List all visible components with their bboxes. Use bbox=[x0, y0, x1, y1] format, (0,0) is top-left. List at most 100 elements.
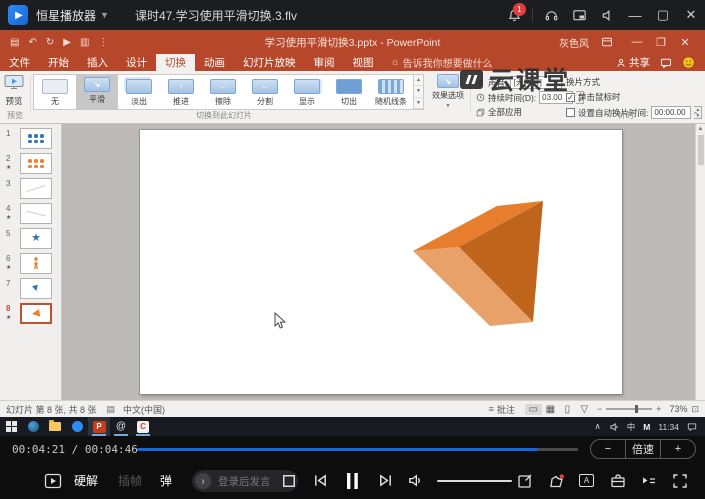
tab-animations[interactable]: 动画 bbox=[195, 54, 234, 71]
tab-home[interactable]: 开始 bbox=[39, 54, 78, 71]
transition-push[interactable]: ↑推进 bbox=[160, 78, 202, 107]
slide-thumb-4[interactable]: 4★ bbox=[0, 203, 62, 225]
tab-transitions[interactable]: 切换 bbox=[156, 54, 195, 71]
scroll-thumb[interactable] bbox=[698, 135, 704, 165]
tray-expand-icon[interactable]: ∧ bbox=[595, 421, 601, 432]
danmaku-toggle[interactable]: 弹 bbox=[160, 462, 172, 499]
tab-view[interactable]: 视图 bbox=[344, 54, 383, 71]
chevron-down-icon[interactable]: ▼ bbox=[100, 10, 109, 20]
tray-ime-indicator[interactable]: 中 bbox=[627, 421, 636, 433]
volume-icon[interactable] bbox=[407, 462, 422, 499]
picture-in-picture-icon[interactable] bbox=[565, 0, 593, 30]
tab-file[interactable]: 文件 bbox=[0, 54, 39, 71]
hardware-decode-toggle[interactable]: 硬解 bbox=[74, 462, 98, 499]
preview-button[interactable]: 预览 bbox=[3, 74, 25, 107]
transition-morph[interactable]: ↘平滑 bbox=[76, 74, 118, 110]
transition-split[interactable]: ↔分割 bbox=[244, 78, 286, 107]
zoom-slider-thumb[interactable] bbox=[635, 405, 638, 413]
slide-shape-3d-pyramid[interactable] bbox=[140, 130, 622, 394]
slide-sorter-view-button[interactable]: ▦ bbox=[542, 404, 559, 415]
tray-m-icon[interactable]: M bbox=[643, 422, 650, 432]
redo-icon[interactable]: ↻ bbox=[46, 37, 54, 48]
smiley-icon[interactable] bbox=[682, 56, 695, 69]
slide-thumb-2[interactable]: 2★ bbox=[0, 153, 62, 175]
tab-insert[interactable]: 插入 bbox=[78, 54, 117, 71]
ppt-close-button[interactable]: ✕ bbox=[673, 36, 697, 49]
scroll-up-icon[interactable]: ▲ bbox=[696, 124, 705, 134]
normal-view-button[interactable]: ▭ bbox=[525, 404, 542, 415]
maximize-button[interactable]: ▢ bbox=[649, 0, 677, 30]
start-button[interactable] bbox=[0, 417, 22, 436]
stop-button[interactable] bbox=[282, 462, 296, 499]
volume-slider[interactable] bbox=[437, 462, 512, 499]
speed-decrease-button[interactable]: − bbox=[591, 440, 625, 458]
speaker-icon[interactable] bbox=[593, 0, 621, 30]
comment-icon[interactable] bbox=[660, 57, 672, 69]
ppt-minimize-button[interactable]: — bbox=[625, 36, 649, 49]
taskbar-explorer-icon[interactable] bbox=[44, 417, 66, 436]
fullscreen-icon[interactable] bbox=[672, 462, 688, 499]
share-button[interactable]: 共享 bbox=[616, 55, 650, 70]
apply-all-button[interactable]: 全部应用 bbox=[488, 106, 522, 118]
seek-bar[interactable] bbox=[137, 448, 578, 451]
skin-theme-icon[interactable] bbox=[548, 462, 565, 499]
slide-thumb-1[interactable]: 1 bbox=[0, 128, 62, 150]
next-button[interactable] bbox=[378, 462, 393, 499]
transition-reveal[interactable]: 显示 bbox=[286, 78, 328, 107]
collapse-ribbon-icon[interactable]: ⌃ bbox=[692, 111, 699, 120]
notes-edit-icon[interactable] bbox=[517, 462, 533, 499]
transition-random-bars[interactable]: 随机线条 bbox=[370, 78, 412, 107]
read-mode-icon[interactable]: ▥ bbox=[80, 37, 89, 48]
tab-review[interactable]: 审阅 bbox=[305, 54, 344, 71]
zoom-level[interactable]: 73% bbox=[669, 404, 687, 414]
slide-thumb-8[interactable]: 8★◀ bbox=[0, 303, 62, 325]
ppt-restore-button[interactable]: ❐ bbox=[649, 36, 673, 49]
tray-volume-icon[interactable] bbox=[609, 422, 619, 432]
save-icon[interactable]: ▤ bbox=[10, 37, 19, 48]
slide-canvas[interactable] bbox=[140, 130, 622, 394]
playlist-icon[interactable] bbox=[641, 462, 657, 499]
toolbox-icon[interactable] bbox=[610, 462, 626, 499]
app-name[interactable]: 恒星播放器 bbox=[36, 7, 96, 24]
transition-cut[interactable]: 切出 bbox=[328, 78, 370, 107]
slide-thumb-5[interactable]: 5★ bbox=[0, 228, 62, 250]
proofing-icon[interactable]: ▤ bbox=[107, 404, 116, 415]
slide-thumb-7[interactable]: 7▼ bbox=[0, 278, 62, 300]
fit-to-window-icon[interactable]: ⊡ bbox=[691, 404, 699, 415]
transition-wipe[interactable]: ←擦除 bbox=[202, 78, 244, 107]
ribbon-options-icon[interactable] bbox=[601, 36, 613, 48]
minimize-button[interactable]: — bbox=[621, 0, 649, 30]
ppt-user-name[interactable]: 灰色风 bbox=[559, 35, 589, 50]
vertical-scrollbar[interactable]: ▲ bbox=[695, 124, 705, 400]
gallery-scroll-up-icon[interactable]: ▲ bbox=[414, 75, 423, 86]
notification-bell-icon[interactable]: 1 bbox=[500, 0, 528, 30]
slide-thumb-6[interactable]: 6★ bbox=[0, 253, 62, 275]
tray-clock[interactable]: 11:34 bbox=[658, 422, 679, 432]
speed-label[interactable]: 倍速 bbox=[625, 440, 660, 458]
frame-interpolation-toggle[interactable]: 插帧 bbox=[118, 462, 142, 499]
slideshow-icon[interactable]: ▶ bbox=[63, 37, 71, 48]
taskbar-app-icon[interactable] bbox=[66, 417, 88, 436]
notes-button[interactable]: ≡ 批注 bbox=[489, 403, 515, 416]
subtitle-icon[interactable]: A bbox=[579, 462, 594, 499]
previous-button[interactable] bbox=[313, 462, 328, 499]
headset-icon[interactable] bbox=[537, 0, 565, 30]
zoom-in-button[interactable]: + bbox=[656, 404, 661, 414]
pause-button[interactable] bbox=[345, 462, 360, 499]
gallery-scrollbar[interactable]: ▲ ▼ ▼ bbox=[414, 74, 424, 110]
tab-design[interactable]: 设计 bbox=[117, 54, 156, 71]
taskbar-powerpoint-icon[interactable]: P bbox=[88, 417, 110, 436]
language-indicator[interactable]: 中文(中国) bbox=[123, 403, 165, 416]
close-button[interactable]: ✕ bbox=[677, 0, 705, 30]
gallery-more-icon[interactable]: ▼ bbox=[414, 98, 423, 109]
reading-view-button[interactable]: ▯ bbox=[559, 404, 576, 415]
more-icon[interactable]: ⋮ bbox=[98, 37, 108, 48]
slide-thumb-3[interactable]: 3 bbox=[0, 178, 62, 200]
transition-fade[interactable]: 淡出 bbox=[118, 78, 160, 107]
transition-none[interactable]: 无 bbox=[34, 78, 76, 107]
slideshow-view-button[interactable]: ▽ bbox=[576, 404, 593, 415]
zoom-out-button[interactable]: − bbox=[597, 404, 602, 414]
undo-icon[interactable]: ↶ bbox=[28, 37, 36, 48]
zoom-slider[interactable] bbox=[606, 408, 652, 410]
tab-slideshow[interactable]: 幻灯片放映 bbox=[234, 54, 305, 71]
